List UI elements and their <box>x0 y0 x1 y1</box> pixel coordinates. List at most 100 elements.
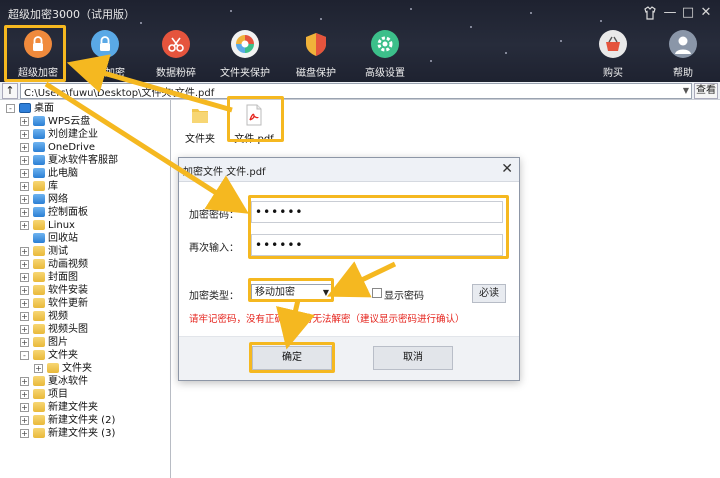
minimize-icon[interactable]: — <box>661 4 679 22</box>
expand-icon[interactable]: + <box>20 208 29 217</box>
tree-item[interactable]: 回收站 <box>0 232 170 245</box>
toolbar-button-settings[interactable]: 高级设置 <box>347 30 423 80</box>
expand-icon[interactable]: + <box>20 195 29 204</box>
tree-item[interactable]: + 动画视频 <box>0 258 170 271</box>
path-input[interactable] <box>20 83 692 99</box>
expand-icon[interactable]: + <box>20 377 29 386</box>
tree-item-label: 文件夹 <box>48 350 78 361</box>
tree-item[interactable]: + 软件更新 <box>0 297 170 310</box>
highlight-pdf-file <box>227 96 284 142</box>
tree-item-label: 测试 <box>48 246 68 257</box>
expand-icon[interactable]: + <box>20 221 29 230</box>
expand-icon[interactable]: + <box>20 143 29 152</box>
tree-item[interactable]: + 控制面板 <box>0 206 170 219</box>
tree-item[interactable]: - 桌面 <box>0 102 170 115</box>
tree-item[interactable]: + 夏冰软件 <box>0 375 170 388</box>
collapse-icon[interactable]: - <box>6 104 15 113</box>
expand-icon[interactable]: + <box>20 325 29 334</box>
toolbar-button-disk-protect[interactable]: 磁盘保护 <box>278 30 354 80</box>
tree-item[interactable]: + 视频 <box>0 310 170 323</box>
expand-icon[interactable]: + <box>20 169 29 178</box>
control-panel-icon <box>33 207 45 217</box>
user-icon <box>669 30 697 58</box>
decor-star <box>140 22 142 24</box>
toolbar-button-shred[interactable]: 数据粉碎 <box>138 30 214 80</box>
expand-icon[interactable]: + <box>20 286 29 295</box>
tree-item[interactable]: + 网络 <box>0 193 170 206</box>
tree-item[interactable]: + 刘创建企业 <box>0 128 170 141</box>
lock-icon <box>91 30 119 58</box>
tree-item[interactable]: + 夏冰软件客服部 <box>0 154 170 167</box>
expand-icon[interactable]: + <box>20 182 29 191</box>
close-icon[interactable]: ✕ <box>697 4 715 22</box>
highlight-password-fields <box>248 195 509 259</box>
file-name: 文件夹 <box>185 134 215 145</box>
toolbar-button-flash-encrypt[interactable]: 闪电加密 <box>67 30 143 80</box>
expand-icon[interactable]: + <box>20 273 29 282</box>
decor-star <box>505 52 507 54</box>
collapse-icon[interactable]: - <box>20 351 29 360</box>
tree-item[interactable]: + 文件夹 <box>0 362 170 375</box>
expand-icon[interactable]: + <box>20 299 29 308</box>
folder-icon <box>33 350 45 360</box>
toolbar-button-folder-protect[interactable]: 文件夹保护 <box>207 30 283 80</box>
expand-icon[interactable]: + <box>20 338 29 347</box>
expand-icon[interactable]: + <box>20 247 29 256</box>
maximize-icon[interactable]: □ <box>679 4 697 22</box>
basket-icon <box>599 30 627 58</box>
toolbar-label: 数据粉碎 <box>156 68 196 79</box>
toolbar-button-help[interactable]: 帮助 <box>645 30 720 80</box>
expand-icon[interactable]: + <box>20 312 29 321</box>
expand-icon[interactable]: + <box>20 156 29 165</box>
dialog-title-bar: 加密文件 文件.pdf ✕ <box>179 158 519 182</box>
tree-item[interactable]: + 软件安装 <box>0 284 170 297</box>
gear-icon <box>371 30 399 58</box>
tree-item[interactable]: + 库 <box>0 180 170 193</box>
view-button[interactable]: 查看 <box>694 83 718 99</box>
tree-item[interactable]: + 封面图 <box>0 271 170 284</box>
folder-icon <box>33 337 45 347</box>
confirm-password-label: 再次输入： <box>189 243 239 254</box>
shirt-icon[interactable] <box>641 4 659 22</box>
tree-item[interactable]: + 新建文件夹 <box>0 401 170 414</box>
tree-item[interactable]: - 文件夹 <box>0 349 170 362</box>
tree-item[interactable]: + 项目 <box>0 388 170 401</box>
close-icon[interactable]: ✕ <box>501 161 513 177</box>
tree-item[interactable]: + 此电脑 <box>0 167 170 180</box>
tree-item-label: 新建文件夹 (2) <box>48 415 116 426</box>
tree-item[interactable]: + 新建文件夹 (3) <box>0 427 170 440</box>
expand-icon[interactable]: + <box>20 416 29 425</box>
toolbar-button-buy[interactable]: 购买 <box>575 30 651 80</box>
decor-star <box>410 8 412 10</box>
chevron-down-icon[interactable]: ▼ <box>681 84 691 98</box>
user-icon <box>33 155 45 165</box>
expand-icon[interactable]: + <box>34 364 43 373</box>
expand-icon[interactable]: + <box>20 403 29 412</box>
show-password-checkbox[interactable] <box>372 288 382 298</box>
tree-item-label: 此电脑 <box>48 168 78 179</box>
expand-icon[interactable]: + <box>20 429 29 438</box>
decor-star <box>320 18 322 20</box>
expand-icon[interactable]: + <box>20 117 29 126</box>
must-read-button[interactable]: 必读 <box>472 284 506 303</box>
tree-item[interactable]: + 图片 <box>0 336 170 349</box>
decor-star <box>600 20 602 22</box>
tree-item-label: 项目 <box>48 389 68 400</box>
folder-tree: - 桌面 + WPS云盘 + 刘创建企业 + OneDrive + 夏冰软件客服部 + 此电脑 + 库 + 网… <box>0 100 171 478</box>
tree-item[interactable]: + 测试 <box>0 245 170 258</box>
folder-icon <box>33 285 45 295</box>
up-button[interactable]: ↑ <box>2 83 18 99</box>
tree-item[interactable]: + 新建文件夹 (2) <box>0 414 170 427</box>
tree-item[interactable]: + 视频头图 <box>0 323 170 336</box>
expand-icon[interactable]: + <box>20 390 29 399</box>
expand-icon[interactable]: + <box>20 130 29 139</box>
cancel-button[interactable]: 取消 <box>373 346 453 370</box>
tree-item[interactable]: + OneDrive <box>0 141 170 154</box>
dialog-footer <box>179 336 519 380</box>
tree-item-label: 网络 <box>48 194 68 205</box>
tree-item-label: 新建文件夹 (3) <box>48 428 116 439</box>
tree-item[interactable]: + Linux <box>0 219 170 232</box>
file-item-folder[interactable]: 文件夹 <box>178 104 222 145</box>
tree-item[interactable]: + WPS云盘 <box>0 115 170 128</box>
expand-icon[interactable]: + <box>20 260 29 269</box>
